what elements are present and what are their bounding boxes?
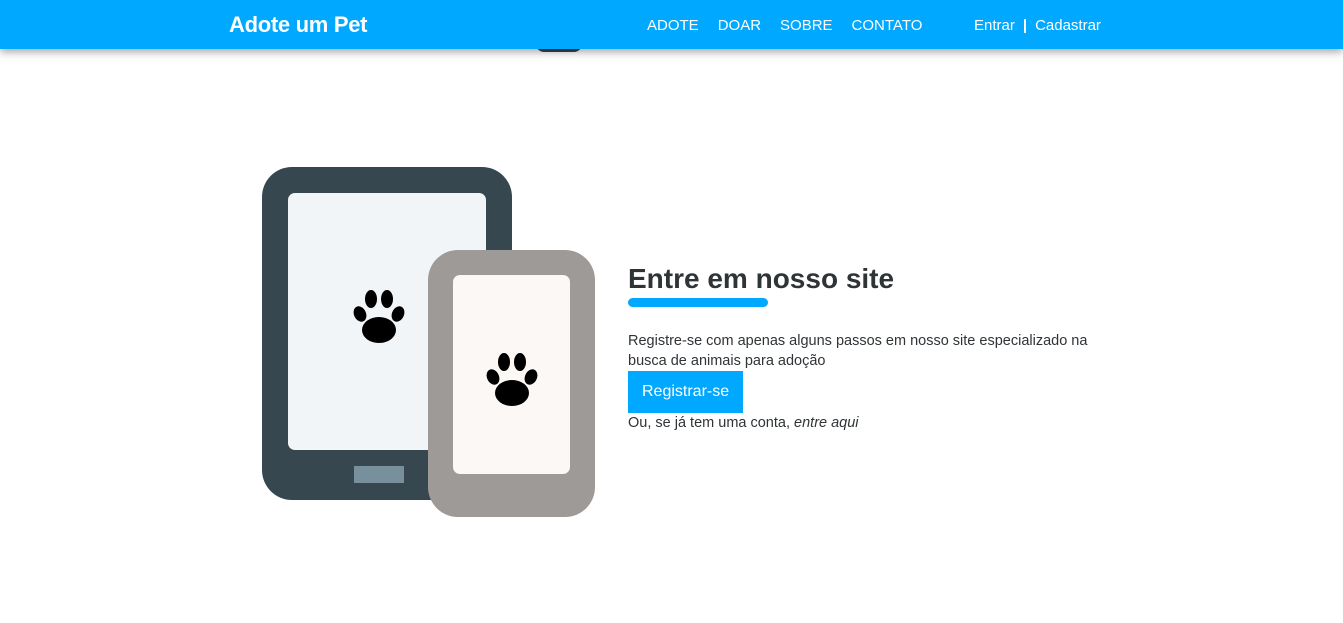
- navbar: Adote um Pet ADOTE DOAR SOBRE CONTATO En…: [0, 0, 1343, 49]
- devices-illustration: [262, 167, 595, 517]
- register-button[interactable]: Registrar-se: [628, 371, 744, 413]
- auth-links: Entrar | Cadastrar: [974, 17, 1101, 34]
- auth-separator: |: [1022, 17, 1028, 34]
- section-title: Entre em nosso site: [628, 263, 895, 294]
- nav-link-doar[interactable]: DOAR: [718, 17, 761, 34]
- nav-link-sobre[interactable]: SOBRE: [780, 17, 833, 34]
- section-description: Registre-se com apenas alguns passos em …: [628, 333, 1088, 369]
- nav-link-contato[interactable]: CONTATO: [852, 17, 923, 34]
- signup-link[interactable]: Cadastrar: [1035, 17, 1101, 34]
- login-here-link[interactable]: entre aqui: [794, 415, 859, 431]
- signup-section: Entre em nosso site Registre-se com apen…: [628, 262, 1108, 431]
- main-nav: ADOTE DOAR SOBRE CONTATO: [647, 17, 941, 34]
- title-underline: [628, 298, 768, 307]
- login-prompt-text: Ou, se já tem uma conta,: [628, 415, 795, 431]
- nav-link-adote[interactable]: ADOTE: [647, 17, 699, 34]
- login-prompt: Ou, se já tem uma conta, entre aqui: [628, 415, 1108, 431]
- brand-logo[interactable]: Adote um Pet: [229, 12, 367, 38]
- login-link[interactable]: Entrar: [974, 17, 1015, 34]
